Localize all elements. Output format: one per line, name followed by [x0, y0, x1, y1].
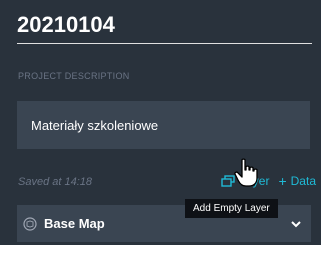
- plus-icon: +: [278, 173, 287, 189]
- add-data-label: Data: [290, 174, 316, 188]
- chevron-down-icon[interactable]: [291, 220, 301, 228]
- project-description-input[interactable]: [17, 101, 310, 149]
- saved-status: Saved at 14:18: [18, 176, 93, 188]
- hand-cursor-icon: [234, 158, 258, 187]
- basemap-icon: [23, 216, 37, 231]
- tooltip: Add Empty Layer: [185, 199, 278, 218]
- project-description-label: PROJECT DESCRIPTION: [18, 71, 130, 81]
- project-title-input[interactable]: [17, 10, 312, 44]
- add-data-button[interactable]: + Data: [278, 174, 316, 188]
- base-map-label: Base Map: [44, 216, 105, 231]
